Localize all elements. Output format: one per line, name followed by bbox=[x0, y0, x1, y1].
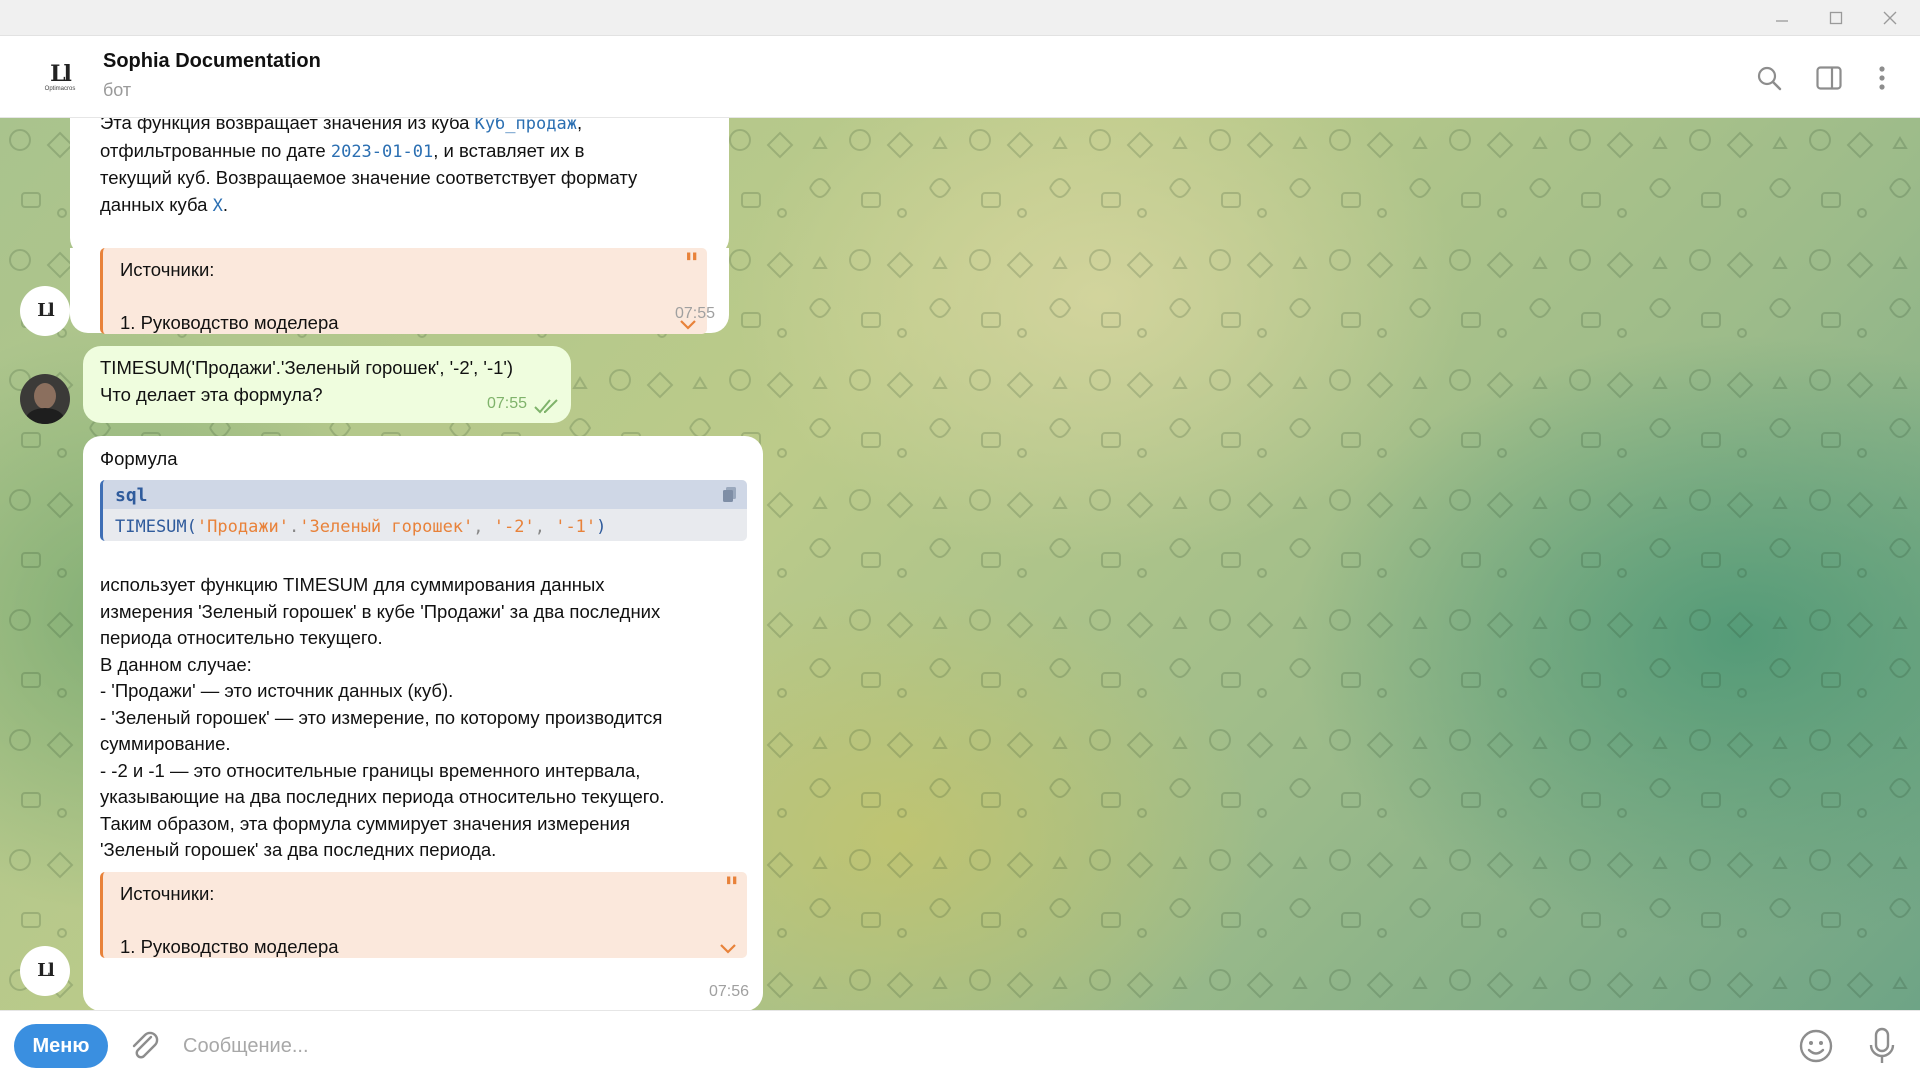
message-text-line: . bbox=[222, 193, 228, 215]
user-message-text: TIMESUM('Продажи'.'Зеленый горошек', '-2… bbox=[100, 355, 513, 408]
message-text-line: - 'Продажи' — это источник данных (куб). bbox=[100, 680, 454, 701]
sources-quote[interactable]: Источники: 1. Руководство моделера " bbox=[100, 248, 707, 334]
inline-code[interactable]: Куб_продаж bbox=[475, 118, 577, 134]
user-avatar-body bbox=[26, 408, 64, 424]
user-message-bubble[interactable]: TIMESUM('Продажи'.'Зеленый горошек', '-2… bbox=[83, 346, 571, 423]
bot-avatar[interactable]: Ll Optimacros bbox=[34, 52, 86, 104]
code-token: '-2' bbox=[493, 517, 535, 537]
window-titlebar bbox=[0, 0, 1920, 36]
paperclip-icon[interactable] bbox=[124, 1025, 164, 1065]
microphone-icon[interactable] bbox=[1862, 1025, 1902, 1067]
message-input[interactable] bbox=[183, 1025, 1743, 1067]
quote-icon: " bbox=[724, 871, 739, 904]
code-line: TIMESUM('Продажи'.'Зеленый горошек', '-2… bbox=[115, 514, 606, 541]
message-text-line: отфильтрованные по дате bbox=[100, 139, 331, 161]
message-text-line: Эта функция возвращает значения из куба bbox=[100, 118, 475, 133]
search-icon[interactable] bbox=[1749, 58, 1789, 98]
bot-avatar[interactable]: Ll bbox=[20, 286, 70, 336]
quote-icon: " bbox=[684, 247, 699, 280]
user-avatar-face bbox=[34, 383, 56, 409]
close-icon[interactable] bbox=[1863, 0, 1917, 36]
copy-icon[interactable] bbox=[721, 485, 739, 503]
chat-title[interactable]: Sophia Documentation bbox=[103, 50, 321, 73]
optimacros-logo-icon: Ll bbox=[37, 300, 54, 321]
message-time: 07:55 bbox=[486, 394, 527, 412]
code-token: , bbox=[473, 517, 494, 537]
message-body: использует функцию TIMESUM для суммирова… bbox=[100, 572, 665, 864]
double-check-icon bbox=[534, 399, 558, 414]
inline-code[interactable]: 2023-01-01 bbox=[331, 142, 433, 162]
message-text-line: измерения 'Зеленый горошек' в кубе 'Прод… bbox=[100, 600, 661, 622]
chat-history[interactable]: Эта функция возвращает значения из куба … bbox=[0, 118, 1920, 1010]
avatar-logo-text: Optimacros bbox=[44, 86, 76, 92]
code-token: ( bbox=[186, 517, 197, 537]
message-text-line: Таким образом, эта формула суммирует зна… bbox=[100, 812, 631, 834]
message-text-line: использует функцию TIMESUM для суммирова… bbox=[100, 574, 605, 595]
sources-quote[interactable]: Источники: 1. Руководство моделера " bbox=[100, 872, 747, 958]
bot-avatar[interactable]: Ll bbox=[20, 946, 70, 996]
message-text-line: TIMESUM('Продажи'.'Зеленый горошек', '-2… bbox=[100, 357, 514, 378]
code-token: ) bbox=[596, 517, 607, 537]
sidebar-toggle-icon[interactable] bbox=[1809, 58, 1849, 98]
message-time: 07:55 bbox=[674, 304, 715, 322]
optimacros-logo-icon: Ll bbox=[37, 960, 54, 981]
bot-message-bubble[interactable]: Эта функция возвращает значения из куба … bbox=[70, 118, 729, 256]
code-token: . bbox=[289, 517, 300, 537]
maximize-icon[interactable] bbox=[1809, 0, 1863, 36]
optimacros-logo-icon: Ll bbox=[50, 61, 72, 87]
sources-title: Источники: bbox=[120, 259, 215, 280]
bot-message-bubble[interactable]: Формула sql TIMESUM('Продажи'.'Зеленый г… bbox=[83, 436, 763, 1010]
inline-code[interactable]: X bbox=[213, 196, 223, 216]
code-language: sql bbox=[115, 485, 148, 506]
message-text-line: , и вставляет их в bbox=[433, 139, 585, 161]
chat-header: Ll Optimacros Sophia Documentation бот bbox=[0, 36, 1920, 118]
code-token: 'Зеленый горошек' bbox=[299, 517, 474, 537]
code-token: TIMESUM bbox=[115, 517, 187, 537]
more-options-icon[interactable] bbox=[1862, 58, 1902, 98]
message-time: 07:56 bbox=[708, 982, 749, 1000]
code-token: 'Продажи' bbox=[196, 517, 290, 537]
bot-message-bubble-bottom: Источники: 1. Руководство моделера " 07:… bbox=[70, 248, 729, 334]
message-text-line: - 'Зеленый горошек' — это измерение, по … bbox=[100, 706, 663, 728]
menu-button[interactable]: Меню bbox=[14, 1024, 108, 1068]
message-text-line: В данном случае: bbox=[100, 653, 252, 675]
message-heading: Формула bbox=[100, 448, 178, 469]
message-text-line: 'Зеленый горошек' за два последних перио… bbox=[100, 839, 497, 860]
code-block[interactable]: sql TIMESUM('Продажи'.'Зеленый горошек',… bbox=[100, 480, 747, 541]
message-composer: Меню bbox=[0, 1010, 1920, 1080]
chevron-down-icon[interactable] bbox=[719, 942, 737, 954]
bot-message-text: Эта функция возвращает значения из куба … bbox=[100, 118, 637, 219]
message-text-line: периода относительно текущего. bbox=[100, 627, 383, 648]
sources-title: Источники: bbox=[120, 883, 215, 904]
message-text-line: - -2 и -1 — это относительные границы вр… bbox=[100, 759, 641, 781]
message-text-line: указывающие на два последних периода отн… bbox=[100, 786, 665, 807]
minimize-icon[interactable] bbox=[1755, 0, 1809, 36]
sources-item: 1. Руководство моделера bbox=[120, 936, 339, 957]
emoji-icon[interactable] bbox=[1796, 1026, 1836, 1066]
user-avatar[interactable] bbox=[20, 374, 70, 424]
sources-item: 1. Руководство моделера bbox=[120, 312, 339, 333]
message-text-line: суммирование. bbox=[100, 733, 231, 754]
code-token: , bbox=[534, 517, 556, 537]
code-block-header bbox=[103, 480, 747, 509]
message-text-line: данных куба bbox=[100, 193, 213, 215]
message-text-line: Что делает эта формула? bbox=[100, 383, 323, 405]
chat-subtitle: бот bbox=[103, 80, 132, 100]
message-text-line: текущий куб. Возвращаемое значение соотв… bbox=[100, 167, 638, 188]
code-token: '-1' bbox=[555, 517, 597, 537]
